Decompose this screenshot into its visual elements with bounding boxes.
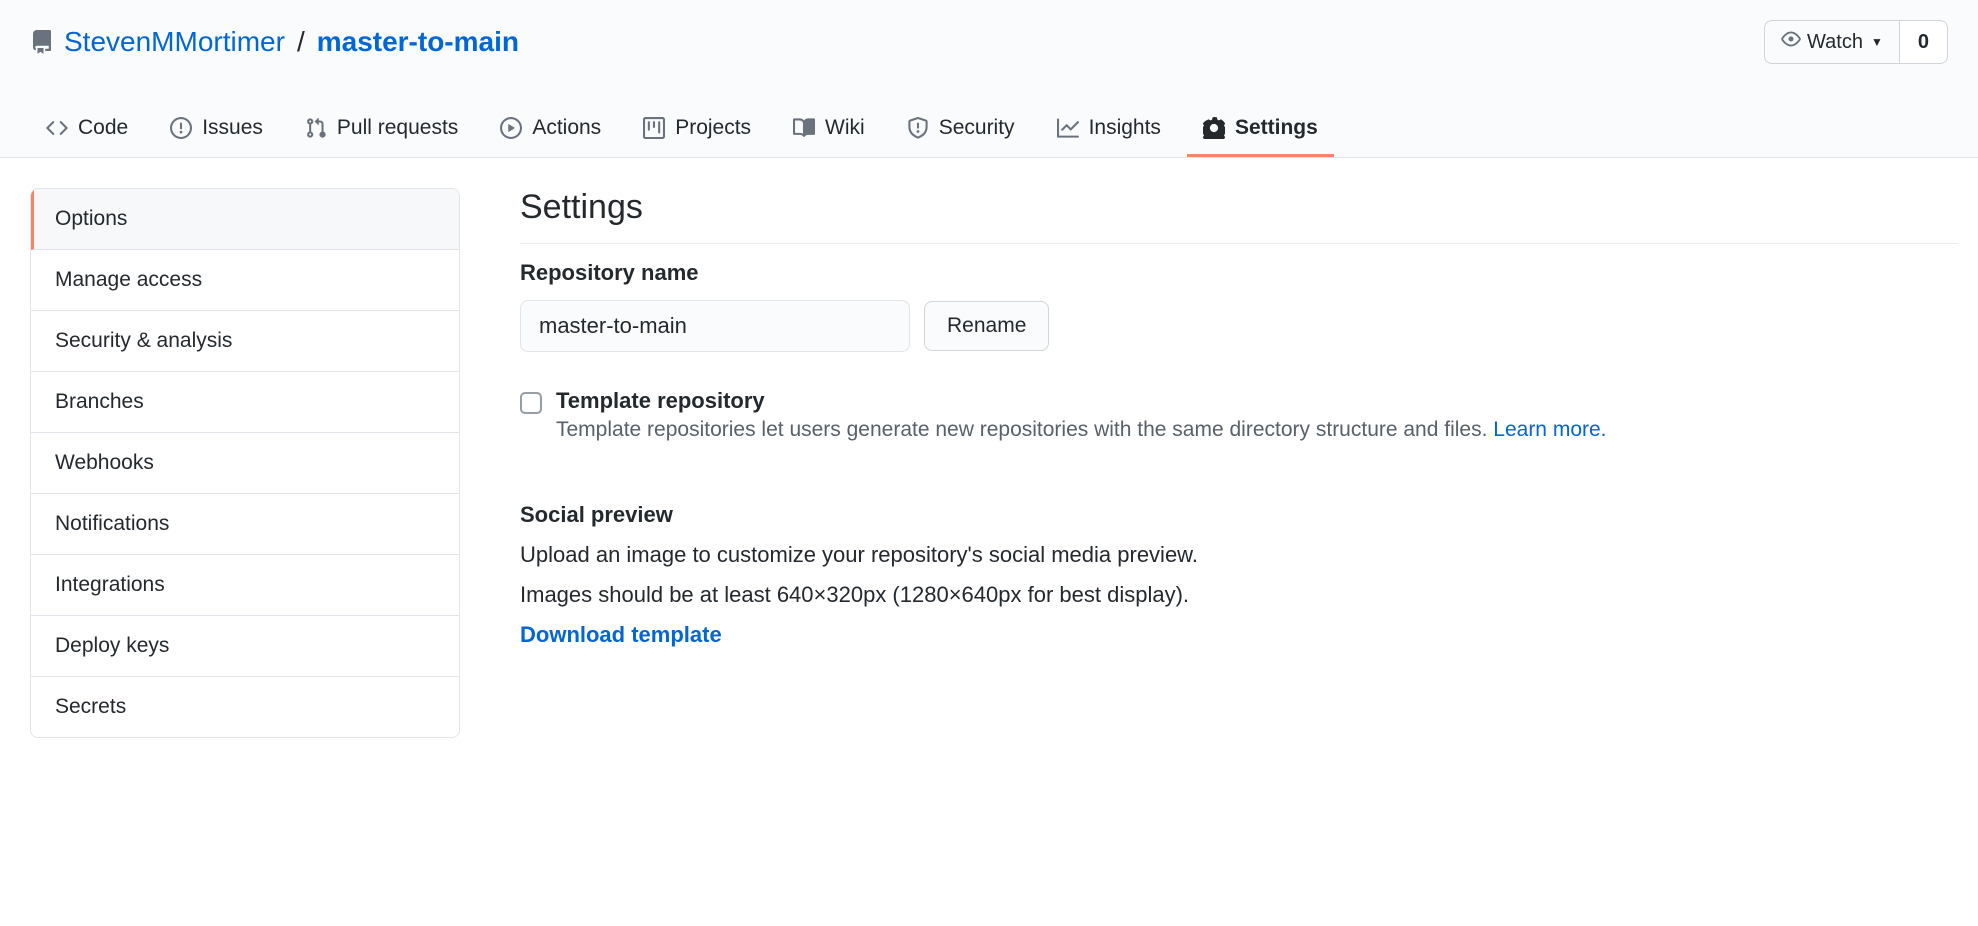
watch-count[interactable]: 0 [1899, 20, 1948, 64]
tab-insights[interactable]: Insights [1041, 102, 1177, 157]
tab-label: Settings [1235, 116, 1318, 140]
page-title: Settings [520, 188, 1958, 244]
sidebar-item-security-analysis[interactable]: Security & analysis [31, 311, 459, 372]
settings-sidebar: Options Manage access Security & analysi… [30, 188, 460, 738]
social-preview-desc2: Images should be at least 640×320px (128… [520, 582, 1958, 608]
repo-name-label: Repository name [520, 260, 1958, 286]
chevron-down-icon: ▼ [1871, 35, 1883, 49]
pull-request-icon [305, 117, 327, 139]
sidebar-item-webhooks[interactable]: Webhooks [31, 433, 459, 494]
tab-pull-requests[interactable]: Pull requests [289, 102, 474, 157]
social-preview-desc1: Upload an image to customize your reposi… [520, 542, 1958, 568]
eye-icon [1781, 29, 1801, 55]
repo-tabs: Code Issues Pull requests Actions Projec… [0, 64, 1978, 157]
repo-title: StevenMMortimer / master-to-main [30, 26, 519, 58]
sidebar-item-manage-access[interactable]: Manage access [31, 250, 459, 311]
path-separator: / [295, 26, 307, 58]
tab-label: Issues [202, 116, 263, 140]
sidebar-item-branches[interactable]: Branches [31, 372, 459, 433]
tab-label: Insights [1089, 116, 1161, 140]
tab-issues[interactable]: Issues [154, 102, 279, 157]
tab-label: Projects [675, 116, 751, 140]
sidebar-item-options[interactable]: Options [31, 189, 459, 250]
learn-more-link[interactable]: Learn more. [1493, 418, 1606, 441]
tab-code[interactable]: Code [30, 102, 144, 157]
watch-button[interactable]: Watch ▼ [1764, 20, 1899, 64]
tab-label: Pull requests [337, 116, 458, 140]
issue-icon [170, 117, 192, 139]
social-preview-heading: Social preview [520, 502, 1958, 528]
repo-name-link[interactable]: master-to-main [317, 26, 519, 58]
sidebar-item-deploy-keys[interactable]: Deploy keys [31, 616, 459, 677]
tab-label: Security [939, 116, 1015, 140]
gear-icon [1203, 117, 1225, 139]
graph-icon [1057, 117, 1079, 139]
tab-security[interactable]: Security [891, 102, 1031, 157]
repo-header: StevenMMortimer / master-to-main Watch ▼… [0, 0, 1978, 158]
repo-icon [30, 30, 54, 54]
tab-label: Actions [532, 116, 601, 140]
shield-icon [907, 117, 929, 139]
rename-button[interactable]: Rename [924, 301, 1049, 351]
repo-owner-link[interactable]: StevenMMortimer [64, 26, 285, 58]
download-template-link[interactable]: Download template [520, 622, 722, 647]
book-icon [793, 117, 815, 139]
sidebar-item-integrations[interactable]: Integrations [31, 555, 459, 616]
project-icon [643, 117, 665, 139]
settings-content: Settings Repository name Rename Template… [520, 188, 1978, 648]
template-checkbox[interactable] [520, 392, 542, 414]
tab-projects[interactable]: Projects [627, 102, 767, 157]
tab-actions[interactable]: Actions [484, 102, 617, 157]
tab-settings[interactable]: Settings [1187, 102, 1334, 157]
template-label: Template repository [556, 388, 1607, 414]
watch-group: Watch ▼ 0 [1764, 20, 1948, 64]
tab-wiki[interactable]: Wiki [777, 102, 881, 157]
tab-label: Code [78, 116, 128, 140]
code-icon [46, 117, 68, 139]
sidebar-item-notifications[interactable]: Notifications [31, 494, 459, 555]
play-icon [500, 117, 522, 139]
sidebar-item-secrets[interactable]: Secrets [31, 677, 459, 737]
watch-label: Watch [1807, 31, 1863, 54]
repo-name-input[interactable] [520, 300, 910, 352]
template-description: Template repositories let users generate… [556, 418, 1607, 442]
tab-label: Wiki [825, 116, 865, 140]
